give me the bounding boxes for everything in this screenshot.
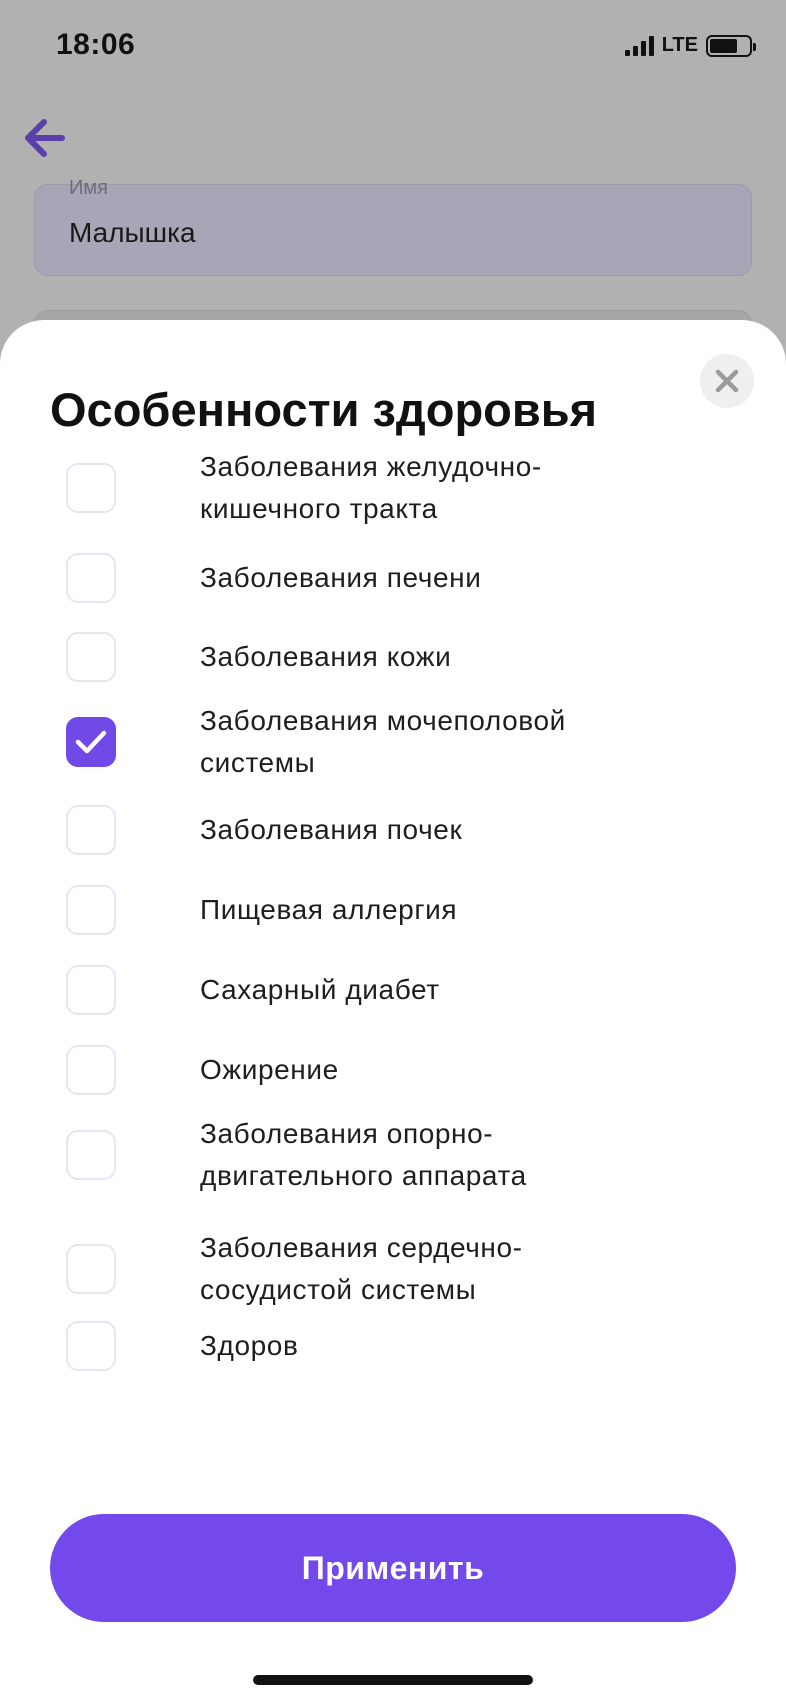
option-label: Ожирение — [200, 1054, 339, 1085]
name-field-label: Имя — [69, 177, 108, 199]
option-urogenital[interactable]: Заболевания мочеполовой системы — [66, 700, 726, 784]
option-kidneys[interactable]: Заболевания почек — [66, 805, 726, 855]
apply-button[interactable]: Применить — [50, 1514, 736, 1622]
option-label: Заболевания кожи — [200, 641, 452, 672]
option-obesity[interactable]: Ожирение — [66, 1045, 726, 1095]
checkbox[interactable] — [66, 965, 116, 1015]
option-gastro[interactable]: Заболевания желудочно-кишечного тракта — [66, 446, 726, 530]
option-healthy[interactable]: Здоров — [66, 1321, 726, 1371]
option-food-allergy[interactable]: Пищевая аллергия — [66, 885, 726, 935]
battery-icon — [706, 34, 756, 57]
option-label: Заболевания мочеполовой системы — [200, 705, 566, 778]
checkmark-icon — [75, 730, 107, 754]
option-liver[interactable]: Заболевания печени — [66, 553, 726, 603]
status-indicators: LTE — [624, 34, 756, 57]
option-label: Заболевания желудочно-кишечного тракта — [200, 451, 542, 524]
option-label: Заболевания сердечно-сосудистой системы — [200, 1232, 523, 1305]
status-bar: 18:06 LTE — [0, 0, 786, 96]
checkbox[interactable] — [66, 1130, 116, 1180]
checkbox[interactable] — [66, 1321, 116, 1371]
close-button[interactable] — [700, 354, 754, 408]
option-musculoskeletal[interactable]: Заболевания опорно-двигательного аппарат… — [66, 1113, 726, 1197]
checkbox[interactable] — [66, 805, 116, 855]
checkbox[interactable] — [66, 463, 116, 513]
option-skin[interactable]: Заболевания кожи — [66, 632, 726, 682]
checkbox[interactable] — [66, 1244, 116, 1294]
network-type: LTE — [661, 34, 698, 56]
option-cardiovascular[interactable]: Заболевания сердечно-сосудистой системы — [66, 1227, 726, 1311]
option-diabetes[interactable]: Сахарный диабет — [66, 965, 726, 1015]
arrow-left-icon — [25, 119, 65, 157]
health-features-sheet: Особенности здоровья Заболевания желудоч… — [0, 320, 786, 1704]
checkbox[interactable] — [66, 885, 116, 935]
checkbox[interactable] — [66, 553, 116, 603]
checkbox[interactable] — [66, 1045, 116, 1095]
signal-icon — [624, 35, 654, 56]
home-indicator — [253, 1675, 533, 1685]
name-field[interactable]: Имя Малышка — [34, 177, 752, 276]
checkbox[interactable] — [66, 632, 116, 682]
close-icon — [715, 369, 739, 393]
option-label: Заболевания опорно-двигательного аппарат… — [200, 1118, 527, 1191]
sheet-title: Особенности здоровья — [50, 383, 598, 436]
option-label: Пищевая аллергия — [200, 894, 458, 925]
status-time: 18:06 — [56, 28, 136, 61]
option-label: Здоров — [200, 1330, 299, 1361]
name-field-value: Малышка — [69, 217, 196, 248]
option-label: Заболевания почек — [200, 814, 463, 845]
back-button[interactable] — [18, 112, 70, 164]
option-label: Заболевания печени — [200, 562, 482, 593]
option-label: Сахарный диабет — [200, 974, 440, 1005]
checkbox-checked[interactable] — [66, 717, 116, 767]
